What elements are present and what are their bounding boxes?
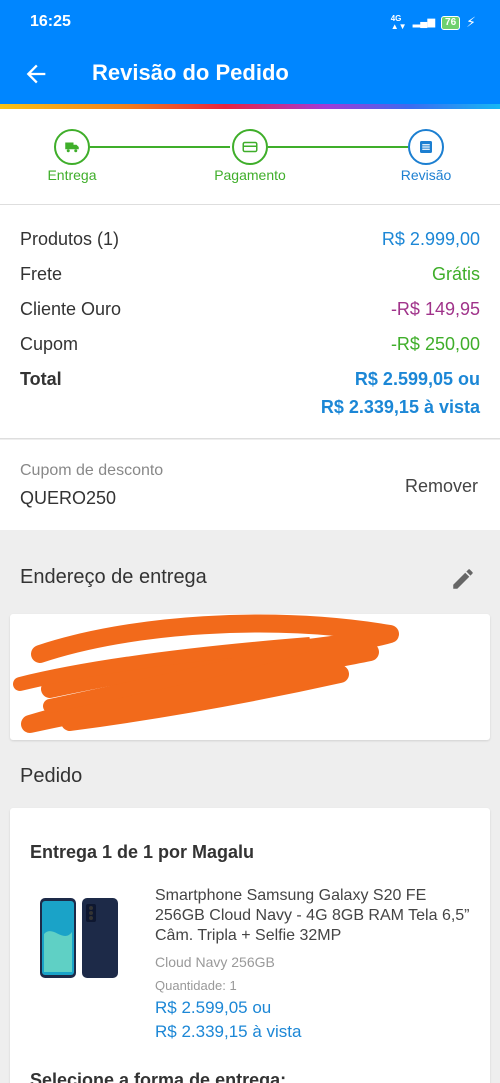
page-title: Revisão do Pedido [92,60,289,85]
network-icon: 4G ▲▼ [390,13,407,31]
gold-label: Cliente Ouro [20,299,122,319]
remove-coupon-button[interactable]: Remover [405,476,478,497]
total-value: R$ 2.599,05 ou [354,369,480,389]
summary-row-total: Total R$ 2.599,05 ou R$ 2.339,15 à vista [20,369,480,423]
charging-icon: ⚡ [466,14,476,30]
step-label-revisao: Revisão [400,167,452,183]
product-variant: Cloud Navy 256GB [155,954,275,970]
address-section-title: Endereço de entrega [20,566,207,588]
coupon-discount-value: -R$ 250,00 [390,334,480,354]
summary-row-shipping: Frete Grátis [20,264,480,290]
product-price: R$ 2.599,05 ou [155,998,272,1017]
summary-row-coupon: Cupom -R$ 250,00 [20,334,480,360]
redaction-scribble [13,614,399,733]
truck-icon [65,142,79,153]
status-time: 16:25 [30,13,71,30]
products-value: R$ 2.999,00 [381,229,480,249]
step-label-pagamento: Pagamento [214,167,286,183]
product-price-cash: R$ 2.339,15 à vista [155,1022,302,1041]
order-section-title: Pedido [20,765,83,787]
coupon-section: Cupom de desconto QUERO250 Remover [0,440,500,530]
battery-icon: 76 [441,15,461,30]
app-bar: Revisão do Pedido [0,44,500,104]
step-label-entrega: Entrega [47,167,97,183]
signal-icon: ▂▄▆ [412,17,436,28]
step-connector [268,146,408,148]
step-entrega[interactable] [54,129,90,165]
gold-value: -R$ 149,95 [390,299,480,319]
total-label: Total [20,369,62,389]
product-image[interactable] [38,894,118,990]
edit-pencil-icon[interactable] [450,566,476,592]
delivery-title: Entrega 1 de 1 por Magalu [30,842,255,862]
total-cash-value: R$ 2.339,15 à vista [320,397,480,417]
status-bar: 16:25 4G ▲▼ ▂▄▆ 76 ⚡ [0,0,500,44]
summary-row-gold: Cliente Ouro -R$ 149,95 [20,299,480,325]
shipping-label: Frete [20,264,63,284]
product-name[interactable]: Smartphone Samsung Galaxy S20 FE 256GB C… [155,886,475,946]
list-icon [420,141,432,153]
summary-row-products: Produtos (1) R$ 2.999,00 [20,229,480,255]
order-card: Entrega 1 de 1 por Magalu Smartphone Sam… [10,808,490,1083]
back-arrow-icon[interactable] [22,60,50,88]
coupon-code: QUERO250 [20,488,117,508]
step-connector [90,146,230,148]
product-quantity: Quantidade: 1 [155,978,237,993]
products-label: Produtos (1) [20,229,120,249]
shipping-method-title: Selecione a forma de entrega: [30,1070,287,1083]
coupon-discount-label: Cupom [20,334,79,354]
card-icon [242,141,258,153]
address-card[interactable] [10,614,490,740]
step-pagamento[interactable] [232,129,268,165]
divider [0,438,500,439]
status-icons: 4G ▲▼ ▂▄▆ 76 ⚡ [391,14,476,31]
checkout-stepper: Entrega Pagamento Revisão [0,109,500,204]
coupon-label: Cupom de desconto [20,462,164,479]
shipping-value: Grátis [431,264,480,284]
step-revisao[interactable] [408,129,444,165]
order-summary: Produtos (1) R$ 2.999,00 Frete Grátis Cl… [0,205,500,438]
